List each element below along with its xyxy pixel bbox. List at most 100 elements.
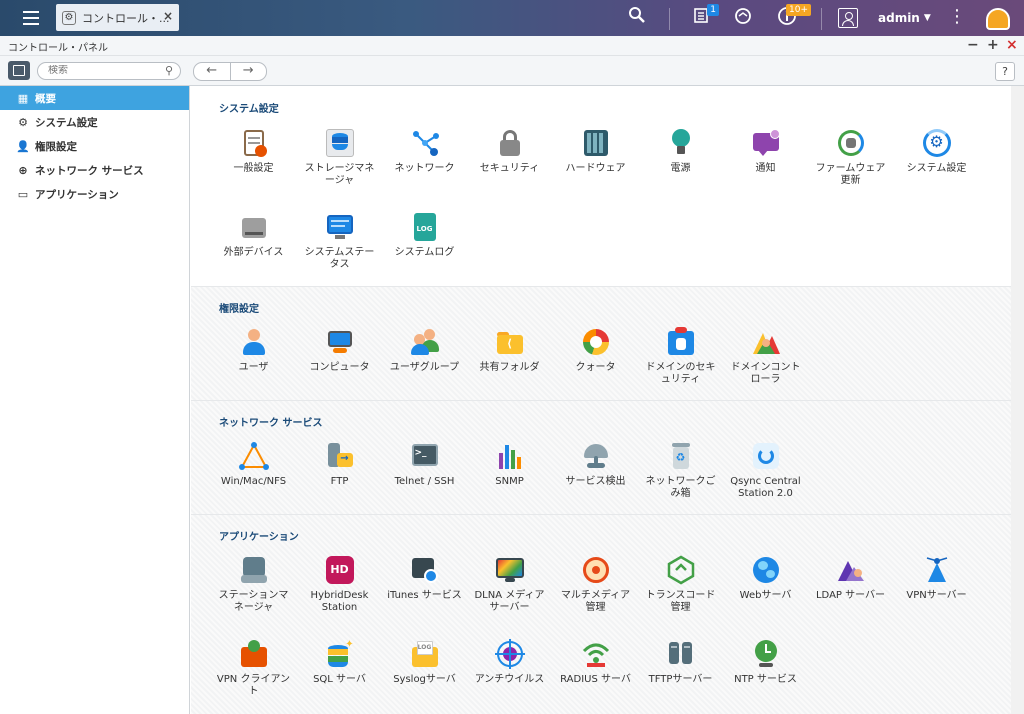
item-security[interactable]: セキュリティ — [467, 128, 552, 175]
item-domain-controller[interactable]: ドメインコント ローラ — [723, 327, 808, 386]
item-telnet-ssh[interactable]: >_ Telnet / SSH — [382, 441, 467, 488]
forward-button[interactable]: → — [231, 63, 267, 80]
item-notification[interactable]: 通知 — [723, 128, 808, 175]
user-avatar-icon — [838, 8, 858, 28]
search-box: ⚲ — [37, 62, 181, 80]
item-vpn-client[interactable]: VPN クライアン ト — [211, 639, 296, 698]
back-button[interactable]: ← — [194, 63, 231, 80]
sidebar-item-network-services[interactable]: ⊕ ネットワーク サービス — [0, 158, 189, 182]
item-label: FTP — [330, 476, 349, 487]
sidebar-item-applications[interactable]: ▭ アプリケーション — [0, 182, 189, 206]
item-ldap-server[interactable]: LDAP サーバー — [808, 555, 893, 602]
item-tftp-server[interactable]: TFTPサーバー — [638, 639, 723, 686]
item-external-device[interactable]: 外部デバイス — [211, 212, 296, 259]
more-options-icon[interactable]: ⋮ — [948, 6, 966, 30]
history-nav: ← → — [193, 62, 267, 81]
item-firmware-update[interactable]: ファームウェア 更新 — [808, 128, 893, 187]
item-service-discovery[interactable]: サービス検出 — [553, 441, 638, 488]
item-win-mac-nfs[interactable]: Win/Mac/NFS — [211, 441, 296, 488]
minimize-icon[interactable]: − — [967, 37, 979, 53]
lightbulb-icon — [666, 128, 696, 158]
item-storage-manager[interactable]: ストレージマネ ージャ — [297, 128, 382, 187]
item-label: TFTPサーバー — [648, 674, 713, 685]
toggle-sidebar-button[interactable] — [8, 61, 30, 80]
sidebar: ▦ 概要 ⚙ システム設定 👤 権限設定 ⊕ ネットワーク サービス ▭ アプリ… — [0, 86, 190, 714]
item-qsync-central[interactable]: Qsync Central Station 2.0 — [723, 441, 808, 500]
item-computer[interactable]: コンピュータ — [297, 327, 382, 374]
info-icon[interactable]: 10+ — [777, 4, 811, 30]
item-antivirus[interactable]: アンチウイルス — [467, 639, 552, 686]
transcode-icon — [666, 555, 696, 585]
item-network[interactable]: ネットワーク — [382, 128, 467, 175]
item-domain-security[interactable]: ドメインのセキ ュリティ — [638, 327, 723, 386]
search-icon[interactable]: ⚲ — [165, 64, 173, 77]
item-user[interactable]: ユーザ — [211, 327, 296, 374]
film-reel-icon — [581, 555, 611, 585]
item-web-server[interactable]: Webサーバ — [723, 555, 808, 602]
log-file-icon: LOG — [410, 212, 440, 242]
item-ftp[interactable]: → FTP — [297, 441, 382, 488]
help-button[interactable]: ? — [995, 62, 1015, 81]
item-system-settings[interactable]: ⚙ システム設定 — [894, 128, 979, 175]
item-label: Win/Mac/NFS — [220, 476, 287, 487]
item-general-settings[interactable]: 一般設定 — [211, 128, 296, 175]
computer-icon — [325, 327, 355, 357]
close-window-icon[interactable]: × — [1006, 37, 1018, 53]
item-label: NTP サービス — [734, 674, 797, 685]
users-icon — [410, 327, 440, 357]
message-icon — [751, 128, 781, 158]
item-shared-folder[interactable]: ⟨ 共有フォルダ — [467, 327, 552, 374]
section-title: システム設定 — [219, 104, 279, 115]
item-label: ネットワーク — [394, 163, 455, 174]
app-tab-control-panel[interactable]: ⚙ コントロール・... × — [56, 4, 179, 31]
item-itunes-service[interactable]: iTunes サービス — [382, 555, 467, 602]
lock-icon — [495, 128, 525, 158]
user-menu[interactable]: admin ▼ — [838, 8, 931, 28]
search-icon[interactable] — [628, 6, 646, 30]
item-label: サービス検出 — [565, 476, 626, 487]
external-drive-icon — [239, 212, 269, 242]
item-label: 電源 — [670, 163, 691, 174]
item-snmp[interactable]: SNMP — [467, 441, 552, 488]
itunes-icon — [410, 555, 440, 585]
item-syslog-server[interactable]: LOG Syslogサーバ — [382, 639, 467, 686]
item-dlna-media-server[interactable]: DLNA メディア サーバー — [467, 555, 552, 614]
item-label: Webサーバ — [739, 590, 792, 601]
item-transcode-management[interactable]: トランスコード 管理 — [638, 555, 723, 614]
chevron-down-icon: ▼ — [923, 13, 931, 23]
dashboard-gauge-icon[interactable] — [986, 8, 1010, 30]
sidebar-item-overview[interactable]: ▦ 概要 — [0, 86, 189, 110]
main-menu-button[interactable] — [14, 6, 48, 30]
window-title: コントロール・パネル — [8, 43, 108, 54]
item-ntp-service[interactable]: NTP サービス — [723, 639, 808, 686]
drive-icon: ▭ — [17, 187, 29, 201]
item-vpn-server[interactable]: VPNサーバー — [894, 555, 979, 602]
item-hardware[interactable]: ハードウェア — [553, 128, 638, 175]
domain-controller-icon — [751, 327, 781, 357]
item-hybriddesk-station[interactable]: HD HybridDesk Station — [297, 555, 382, 614]
item-quota[interactable]: クォータ — [553, 327, 638, 374]
tasks-icon[interactable]: 1 — [693, 4, 719, 30]
item-label: 通知 — [755, 163, 776, 174]
maximize-icon[interactable]: + — [987, 37, 999, 53]
item-sql-server[interactable]: ✦ SQL サーバ — [297, 639, 382, 686]
search-input[interactable] — [48, 65, 158, 76]
item-network-recycle-bin[interactable]: ♻ ネットワークご み箱 — [638, 441, 723, 500]
sync-icon[interactable] — [733, 6, 753, 30]
section-privilege: 権限設定 ユーザ コンピュータ ユーザグループ ⟨ 共有フォルダ クォータ ドメ… — [191, 287, 1011, 400]
sidebar-item-privilege[interactable]: 👤 権限設定 — [0, 134, 189, 158]
vertical-scrollbar[interactable] — [1011, 86, 1024, 714]
item-system-log[interactable]: LOG システムログ — [382, 212, 467, 259]
item-power[interactable]: 電源 — [638, 128, 723, 175]
hd-station-icon: HD — [325, 555, 355, 585]
item-label: iTunes サービス — [387, 590, 462, 601]
item-system-status[interactable]: システムステー タス — [297, 212, 382, 271]
item-user-group[interactable]: ユーザグループ — [382, 327, 467, 374]
item-multimedia-management[interactable]: マルチメディア 管理 — [553, 555, 638, 614]
item-radius-server[interactable]: RADIUS サーバ — [553, 639, 638, 686]
sidebar-item-system-settings[interactable]: ⚙ システム設定 — [0, 110, 189, 134]
item-station-manager[interactable]: ステーションマ ネージャ — [211, 555, 296, 614]
close-icon[interactable]: × — [163, 9, 173, 23]
sidebar-item-label: ネットワーク サービス — [35, 164, 144, 177]
section-network-services: ネットワーク サービス Win/Mac/NFS → FTP >_ Telnet … — [191, 401, 1011, 514]
